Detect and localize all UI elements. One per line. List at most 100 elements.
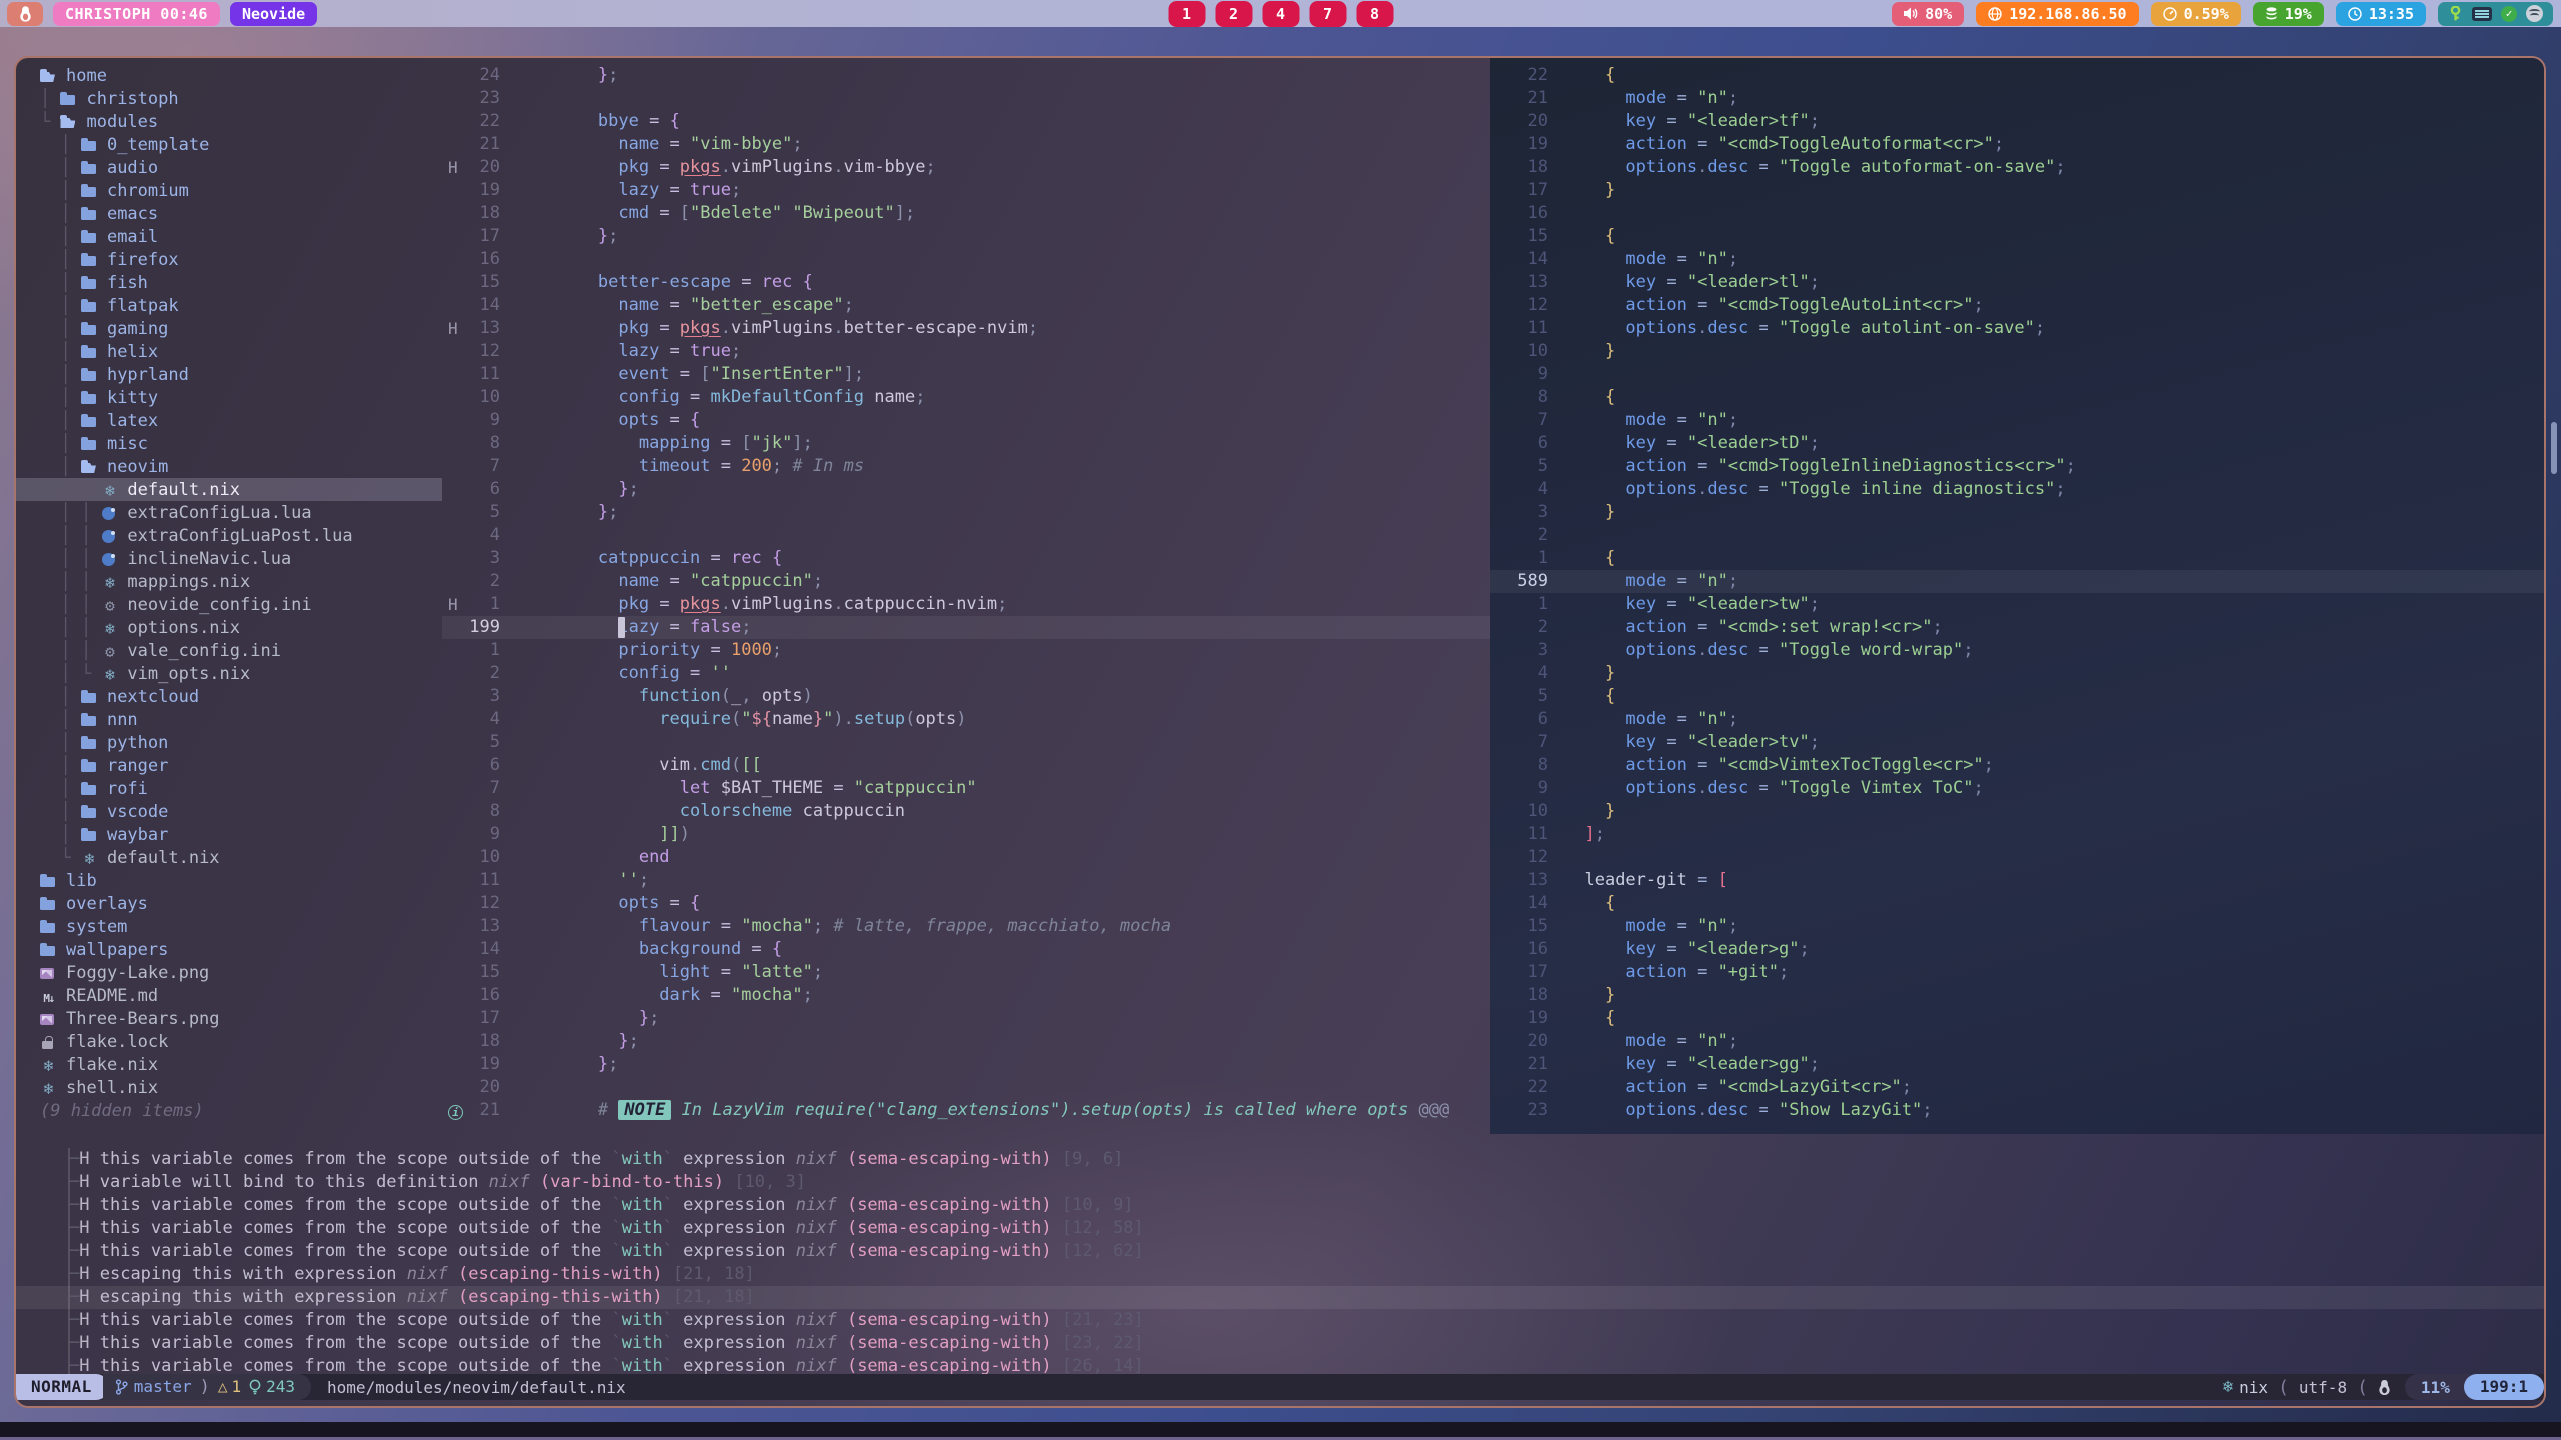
code-line[interactable]: 7 let $BAT_THEME = "catppuccin"	[442, 777, 1490, 800]
code-line[interactable]: 17 action = "+git";	[1490, 961, 2544, 984]
tree-item[interactable]: │ nextcloud	[16, 685, 442, 708]
scrollbar-thumb[interactable]	[2551, 422, 2557, 474]
code-line[interactable]: 13 key = "<leader>tl";	[1490, 271, 2544, 294]
tree-item[interactable]: │ firefox	[16, 248, 442, 271]
code-line[interactable]: H13 pkg = pkgs.vimPlugins.better-escape-…	[442, 317, 1490, 340]
code-line[interactable]: 18 };	[442, 1030, 1490, 1053]
keyboard-layout-icon[interactable]	[2472, 7, 2492, 21]
tree-item[interactable]: │ rofi	[16, 777, 442, 800]
tree-item[interactable]: │ chromium	[16, 179, 442, 202]
tree-item[interactable]: Foggy-Lake.png	[16, 961, 442, 984]
spotify-icon[interactable]	[2526, 5, 2543, 22]
code-line[interactable]: 14 name = "better_escape";	[442, 294, 1490, 317]
tree-item[interactable]: lib	[16, 869, 442, 892]
code-line[interactable]: 10 }	[1490, 800, 2544, 823]
tree-item[interactable]: └ modules	[16, 110, 442, 133]
code-line[interactable]: 19 };	[442, 1053, 1490, 1076]
tree-item[interactable]: system	[16, 915, 442, 938]
code-line[interactable]: 21 name = "vim-bbye";	[442, 133, 1490, 156]
code-line[interactable]: 9 ]])	[442, 823, 1490, 846]
code-line[interactable]: 199 lazy = false;	[442, 616, 1490, 639]
code-line[interactable]: 14 background = {	[442, 938, 1490, 961]
code-line[interactable]: 1 {	[1490, 547, 2544, 570]
quickfix-row[interactable]: ─H this variable comes from the scope ou…	[16, 1240, 2544, 1263]
code-line[interactable]: 12 lazy = true;	[442, 340, 1490, 363]
code-line[interactable]: 11 event = ["InsertEnter"];	[442, 363, 1490, 386]
tree-item[interactable]: │ │ options.nix	[16, 616, 442, 639]
code-line[interactable]: 7 mode = "n";	[1490, 409, 2544, 432]
code-line[interactable]: 8 {	[1490, 386, 2544, 409]
code-line[interactable]: 19 {	[1490, 1007, 2544, 1030]
code-line[interactable]: 2	[1490, 524, 2544, 547]
code-line[interactable]: 24 };	[442, 64, 1490, 87]
code-line[interactable]: 23 options.desc = "Show LazyGit";	[1490, 1099, 2544, 1122]
code-line[interactable]: 8 mapping = ["jk"];	[442, 432, 1490, 455]
code-line[interactable]: i21 # NOTE In LazyVim require("clang_ext…	[442, 1099, 1490, 1122]
tree-item[interactable]: │ latex	[16, 409, 442, 432]
tree-item[interactable]: flake.nix	[16, 1053, 442, 1076]
code-line[interactable]: 9 options.desc = "Toggle Vimtex ToC";	[1490, 777, 2544, 800]
code-line[interactable]: 15 better-escape = rec {	[442, 271, 1490, 294]
code-line[interactable]: 13 flavour = "mocha"; # latte, frappe, m…	[442, 915, 1490, 938]
code-line[interactable]: 22 action = "<cmd>LazyGit<cr>";	[1490, 1076, 2544, 1099]
code-line[interactable]: 10 }	[1490, 340, 2544, 363]
workspace-button[interactable]: 7	[1309, 1, 1346, 27]
tree-item[interactable]: │ │ default.nix	[16, 478, 442, 501]
code-line[interactable]: 16 key = "<leader>g";	[1490, 938, 2544, 961]
code-line[interactable]: 21 mode = "n";	[1490, 87, 2544, 110]
code-line[interactable]: 5	[442, 731, 1490, 754]
tree-item[interactable]: wallpapers	[16, 938, 442, 961]
tree-item[interactable]: │ │ extraConfigLuaPost.lua	[16, 524, 442, 547]
code-line[interactable]: 22 bbye = {	[442, 110, 1490, 133]
code-line[interactable]: 5 {	[1490, 685, 2544, 708]
code-line[interactable]: 17 };	[442, 225, 1490, 248]
code-line[interactable]: 4 require("${name}").setup(opts)	[442, 708, 1490, 731]
workspace-button[interactable]: 8	[1356, 1, 1393, 27]
code-line[interactable]: 19 action = "<cmd>ToggleAutoformat<cr>";	[1490, 133, 2544, 156]
code-line[interactable]: H1 pkg = pkgs.vimPlugins.catppuccin-nvim…	[442, 593, 1490, 616]
code-line[interactable]: 4 options.desc = "Toggle inline diagnost…	[1490, 478, 2544, 501]
tree-item[interactable]: │ vscode	[16, 800, 442, 823]
active-app-pill[interactable]: Neovide	[230, 2, 317, 26]
tree-item[interactable]: │ │ inclineNavic.lua	[16, 547, 442, 570]
tree-item[interactable]: └ default.nix	[16, 846, 442, 869]
code-line[interactable]: 12	[1490, 846, 2544, 869]
code-line[interactable]: 14 mode = "n";	[1490, 248, 2544, 271]
quickfix-row[interactable]: ─H this variable comes from the scope ou…	[16, 1217, 2544, 1240]
code-line[interactable]: 17 }	[1490, 179, 2544, 202]
quickfix-row[interactable]: ─H escaping this with expression nixf (e…	[16, 1263, 2544, 1286]
code-line[interactable]: 6 mode = "n";	[1490, 708, 2544, 731]
code-line[interactable]: 7 key = "<leader>tv";	[1490, 731, 2544, 754]
code-line[interactable]: 6 vim.cmd([[	[442, 754, 1490, 777]
code-line[interactable]: H20 pkg = pkgs.vimPlugins.vim-bbye;	[442, 156, 1490, 179]
tree-item[interactable]: (9 hidden items)	[16, 1099, 442, 1122]
code-line[interactable]: 18 options.desc = "Toggle autoformat-on-…	[1490, 156, 2544, 179]
code-line[interactable]: 8 action = "<cmd>VimtexTocToggle<cr>";	[1490, 754, 2544, 777]
quickfix-row[interactable]: ─H this variable comes from the scope ou…	[16, 1148, 2544, 1171]
tree-item[interactable]: │ neovim	[16, 455, 442, 478]
code-line[interactable]: 12 action = "<cmd>ToggleAutoLint<cr>";	[1490, 294, 2544, 317]
workspace-button[interactable]: 4	[1262, 1, 1299, 27]
tree-item[interactable]: │ helix	[16, 340, 442, 363]
code-line[interactable]: 14 {	[1490, 892, 2544, 915]
tree-item[interactable]: │ nnn	[16, 708, 442, 731]
code-line[interactable]: 9	[1490, 363, 2544, 386]
code-line[interactable]: 18 cmd = ["Bdelete" "Bwipeout"];	[442, 202, 1490, 225]
code-line[interactable]: 10 end	[442, 846, 1490, 869]
code-line[interactable]: 3 catppuccin = rec {	[442, 547, 1490, 570]
tree-item[interactable]: │ └ vim_opts.nix	[16, 662, 442, 685]
code-line[interactable]: 16	[442, 248, 1490, 271]
clock-pill[interactable]: 13:35	[2336, 2, 2426, 26]
volume-pill[interactable]: 80%	[1892, 2, 1964, 26]
code-line[interactable]: 15 mode = "n";	[1490, 915, 2544, 938]
code-line[interactable]: 20	[442, 1076, 1490, 1099]
code-line[interactable]: 13 leader-git = [	[1490, 869, 2544, 892]
code-line[interactable]: 2 config = ''	[442, 662, 1490, 685]
launcher-button[interactable]	[7, 2, 43, 26]
network-pill[interactable]: 192.168.86.50	[1976, 2, 2138, 26]
tree-item[interactable]: │ hyprland	[16, 363, 442, 386]
code-line[interactable]: 22 {	[1490, 64, 2544, 87]
code-line[interactable]: 6 key = "<leader>tD";	[1490, 432, 2544, 455]
code-line[interactable]: 7 timeout = 200; # In ms	[442, 455, 1490, 478]
code-line[interactable]: 2 name = "catppuccin";	[442, 570, 1490, 593]
